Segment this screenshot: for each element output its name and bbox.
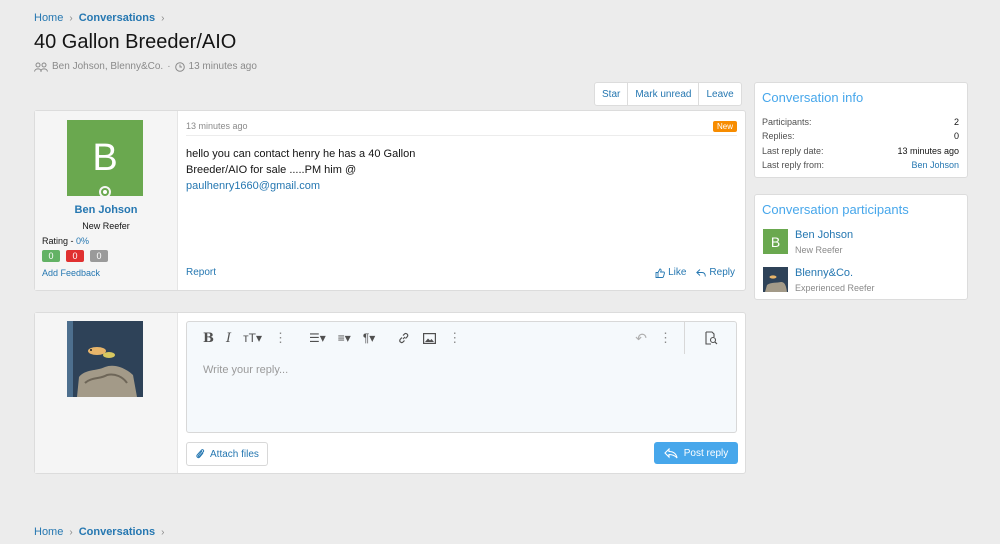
conversation-info-title: Conversation info xyxy=(762,90,864,105)
positive-feedback-badge[interactable]: 0 xyxy=(42,250,60,262)
breadcrumb-bottom: Home › Conversations › xyxy=(34,526,164,538)
avatar[interactable]: B xyxy=(67,120,143,196)
editor-toolbar: B I тT▾ ⋮ ☰▾ ≡▾ ¶▾ ⋮ ↶ ⋮ xyxy=(187,322,736,354)
message-user-panel: B Ben Johson New Reefer Rating - 0% 0 0 … xyxy=(35,111,178,290)
leave-button[interactable]: Leave xyxy=(698,83,740,105)
info-row-last-reply-date: Last reply date: 13 minutes ago xyxy=(762,146,959,156)
bold-icon[interactable]: B xyxy=(203,331,214,346)
mark-unread-button[interactable]: Mark unread xyxy=(627,83,698,105)
breadcrumb-top: Home › Conversations › xyxy=(34,12,164,24)
info-row-participants: Participants: 2 xyxy=(762,117,959,127)
online-status-icon xyxy=(99,186,111,198)
reply-button[interactable]: Reply xyxy=(696,267,735,278)
report-link[interactable]: Report xyxy=(186,267,216,278)
reply-icon xyxy=(663,447,678,458)
current-user-avatar[interactable] xyxy=(67,321,143,397)
meta-participants[interactable]: Ben Johson, Blenny&Co. xyxy=(52,61,163,72)
attach-files-label: Attach files xyxy=(210,448,259,460)
meta-separator: · xyxy=(167,61,171,72)
reply-label: Reply xyxy=(709,267,735,278)
rating-value[interactable]: 0% xyxy=(76,236,89,246)
conversation-meta: Ben Johson, Blenny&Co. · 13 minutes ago xyxy=(34,61,257,72)
conversation-participants-block: Conversation participants B Ben Johson N… xyxy=(754,194,968,300)
message-date[interactable]: 13 minutes ago xyxy=(186,121,248,131)
reply-user-panel xyxy=(35,313,178,473)
chevron-right-icon: › xyxy=(161,12,165,24)
breadcrumb-home[interactable]: Home xyxy=(34,12,63,24)
preview-icon xyxy=(704,331,717,345)
chevron-right-icon: › xyxy=(69,526,73,538)
like-button[interactable]: Like xyxy=(655,267,686,278)
message-text: hello you can contact henry he has a 40 … xyxy=(186,148,416,176)
breadcrumb-conversations[interactable]: Conversations xyxy=(79,12,155,24)
rating: Rating - 0% xyxy=(42,236,89,246)
paperclip-icon xyxy=(196,449,205,459)
breadcrumb-home[interactable]: Home xyxy=(34,526,63,538)
info-row-replies: Replies: 0 xyxy=(762,131,959,141)
reply-card: B I тT▾ ⋮ ☰▾ ≡▾ ¶▾ ⋮ ↶ ⋮ Write your repl… xyxy=(34,312,746,474)
italic-icon[interactable]: I xyxy=(226,331,231,346)
post-reply-label: Post reply xyxy=(683,447,729,459)
participant-title: New Reefer xyxy=(795,245,843,255)
undo-icon[interactable]: ↶ xyxy=(635,330,647,347)
participant-name[interactable]: Blenny&Co. xyxy=(795,267,853,279)
participants-title: Conversation participants xyxy=(762,202,909,217)
more-options-icon[interactable]: ⋮ xyxy=(274,330,287,346)
participant-avatar[interactable]: B xyxy=(763,229,788,254)
message-user-title: New Reefer xyxy=(82,221,130,231)
breadcrumb-conversations[interactable]: Conversations xyxy=(79,526,155,538)
meta-time: 13 minutes ago xyxy=(188,61,257,72)
clock-icon xyxy=(174,61,185,72)
star-button[interactable]: Star xyxy=(595,83,627,105)
users-icon xyxy=(34,62,48,72)
thumbs-up-icon xyxy=(655,268,665,278)
participant-avatar[interactable] xyxy=(763,267,788,292)
conversation-toolbar: Star Mark unread Leave xyxy=(594,82,742,106)
preview-button[interactable] xyxy=(684,322,736,354)
last-reply-user-link[interactable]: Ben Johson xyxy=(911,160,959,170)
chevron-right-icon: › xyxy=(161,526,165,538)
neutral-feedback-badge[interactable]: 0 xyxy=(90,250,108,262)
message-body: hello you can contact henry he has a 40 … xyxy=(186,146,466,194)
rating-label: Rating - xyxy=(42,236,77,246)
attach-files-button[interactable]: Attach files xyxy=(186,442,268,466)
link-icon[interactable] xyxy=(397,331,411,345)
divider xyxy=(186,135,737,136)
message-actions: Like Reply xyxy=(655,267,735,278)
negative-feedback-badge[interactable]: 0 xyxy=(66,250,84,262)
align-icon[interactable]: ≡▾ xyxy=(338,331,351,345)
post-reply-button[interactable]: Post reply xyxy=(654,442,738,464)
page-title: 40 Gallon Breeder/AIO xyxy=(34,31,237,53)
more-options-icon[interactable]: ⋮ xyxy=(659,330,672,346)
reply-input-placeholder[interactable]: Write your reply... xyxy=(203,364,288,376)
participant-name[interactable]: Ben Johson xyxy=(795,229,853,241)
message-email-link[interactable]: paulhenry1660@gmail.com xyxy=(186,180,320,192)
chevron-right-icon: › xyxy=(69,12,73,24)
participant-title: Experienced Reefer xyxy=(795,283,875,293)
reply-editor[interactable]: B I тT▾ ⋮ ☰▾ ≡▾ ¶▾ ⋮ ↶ ⋮ Write your repl… xyxy=(186,321,737,433)
image-icon[interactable] xyxy=(423,332,437,344)
more-options-icon[interactable]: ⋮ xyxy=(448,330,461,346)
message-username[interactable]: Ben Johson xyxy=(35,204,177,216)
paragraph-icon[interactable]: ¶▾ xyxy=(363,331,375,345)
font-size-icon[interactable]: тT▾ xyxy=(243,331,262,345)
message-card: B Ben Johson New Reefer Rating - 0% 0 0 … xyxy=(34,110,746,291)
add-feedback-link[interactable]: Add Feedback xyxy=(42,268,100,278)
new-badge: New xyxy=(712,121,737,132)
reply-icon xyxy=(696,268,707,277)
like-label: Like xyxy=(668,267,687,278)
list-icon[interactable]: ☰▾ xyxy=(309,331,326,345)
info-row-last-reply-from: Last reply from: Ben Johson xyxy=(762,160,959,170)
conversation-info-block: Conversation info Participants: 2 Replies… xyxy=(754,82,968,178)
feedback-badges: 0 0 0 xyxy=(42,250,108,262)
